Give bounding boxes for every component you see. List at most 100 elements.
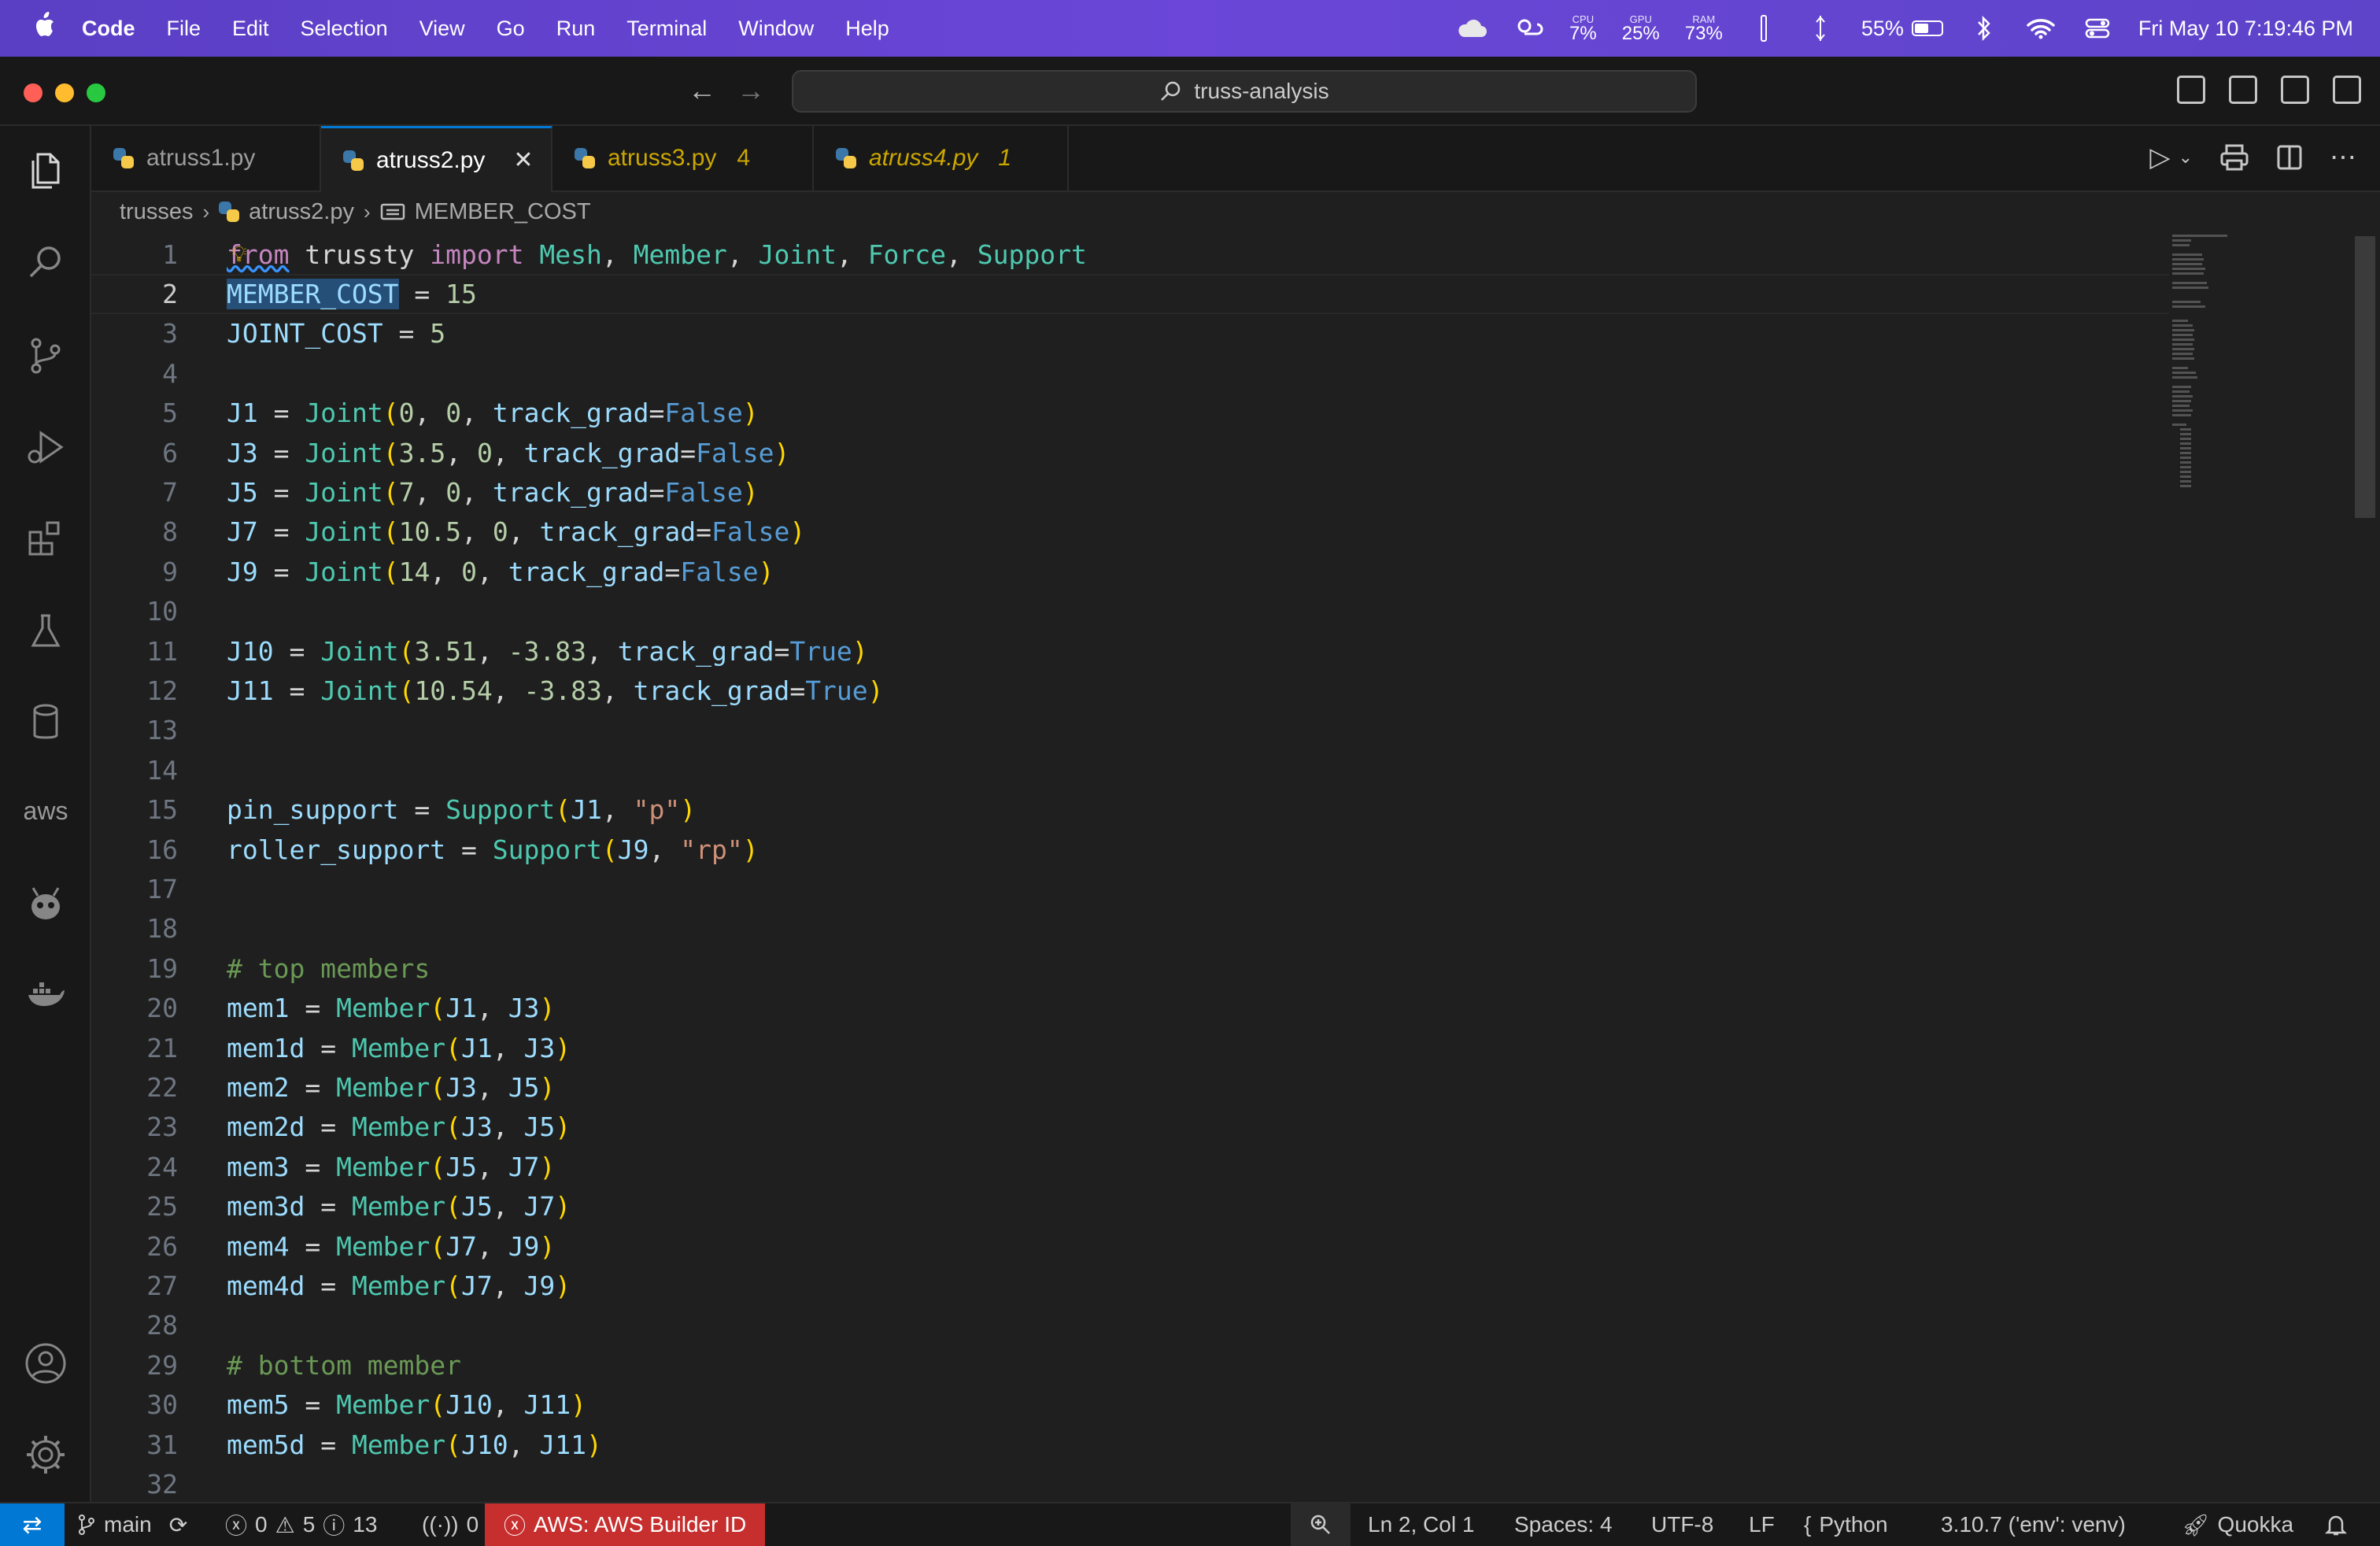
aws-icon[interactable]: aws: [20, 786, 71, 836]
code-line[interactable]: 9 J9 = Joint(14, 0, track_grad=False): [91, 552, 2169, 591]
extensions-icon[interactable]: [20, 513, 71, 564]
indentation-status[interactable]: Spaces: 4: [1514, 1503, 1613, 1546]
cpu-stat[interactable]: CPU 7%: [1569, 14, 1597, 43]
code-line[interactable]: 23 mem2d = Member(J3, J5): [91, 1108, 2169, 1147]
editor-scrollbar[interactable]: [2355, 236, 2375, 518]
search-icon[interactable]: [20, 238, 71, 288]
minimize-window-button[interactable]: [55, 83, 74, 102]
ports-status[interactable]: ((·)) 0: [422, 1503, 479, 1546]
code-line[interactable]: 28: [91, 1306, 2169, 1345]
toggle-panel-icon[interactable]: [2229, 76, 2257, 104]
network-ssd-icon[interactable]: [1748, 13, 1779, 44]
back-arrow-icon[interactable]: ←: [688, 74, 716, 107]
testing-icon[interactable]: [20, 606, 71, 656]
code-line[interactable]: 6 J3 = Joint(3.5, 0, track_grad=False): [91, 433, 2169, 472]
menu-terminal[interactable]: Terminal: [626, 17, 707, 41]
run-debug-icon[interactable]: [20, 422, 71, 472]
clock[interactable]: Fri May 10 7:19:46 PM: [2138, 17, 2353, 41]
code-line[interactable]: 1 from trussty import Mesh, Member, Joint…: [91, 235, 2169, 274]
tab-atruss4[interactable]: atruss4.py 1: [814, 126, 1069, 190]
menu-go[interactable]: Go: [497, 17, 525, 41]
code-line[interactable]: 10: [91, 592, 2169, 631]
code-line[interactable]: 31 mem5d = Member(J10, J11): [91, 1425, 2169, 1464]
code-line[interactable]: 2 MEMBER_COST = 15: [91, 274, 2169, 314]
lightbulb-icon[interactable]: 💡︎: [231, 241, 247, 268]
encoding-status[interactable]: UTF-8: [1651, 1503, 1713, 1546]
zoom-window-button[interactable]: [87, 83, 105, 102]
python-interpreter-status[interactable]: 3.10.7 ('env': venv): [1941, 1503, 2126, 1546]
bluetooth-icon[interactable]: [1968, 13, 2000, 44]
close-window-button[interactable]: [24, 83, 42, 102]
wifi-icon[interactable]: [2025, 13, 2057, 44]
docker-icon[interactable]: [20, 970, 71, 1020]
menu-run[interactable]: Run: [556, 17, 596, 41]
more-actions-icon[interactable]: ⋯: [2330, 142, 2356, 173]
sync-icon[interactable]: ⟳: [169, 1512, 187, 1538]
run-options-chevron-down-icon[interactable]: ⌄: [2179, 147, 2193, 168]
menu-view[interactable]: View: [419, 17, 465, 41]
close-tab-icon[interactable]: ✕: [513, 146, 533, 174]
cloud-icon[interactable]: [1456, 13, 1488, 44]
split-editor-icon[interactable]: [2276, 144, 2303, 171]
code-line[interactable]: 16 roller_support = Support(J9, "rp"): [91, 830, 2169, 869]
tab-atruss1[interactable]: atruss1.py: [91, 126, 321, 190]
breadcrumb-symbol[interactable]: MEMBER_COST: [415, 199, 591, 225]
code-line[interactable]: 22 mem2 = Member(J3, J5): [91, 1067, 2169, 1107]
cursor-position[interactable]: Ln 2, Col 1: [1368, 1503, 1474, 1546]
zoom-icon[interactable]: [1291, 1503, 1351, 1546]
run-python-file-icon[interactable]: ▷: [2149, 142, 2170, 173]
print-icon[interactable]: [2219, 143, 2249, 172]
alien-extension-icon[interactable]: [20, 878, 71, 929]
forward-arrow-icon[interactable]: →: [737, 74, 765, 107]
tab-atruss2[interactable]: atruss2.py ✕: [321, 126, 552, 192]
gpu-stat[interactable]: GPU 25%: [1622, 14, 1660, 43]
apple-icon[interactable]: [28, 12, 60, 45]
problems-status[interactable]: ⓧ 0 ⚠ 5 ⓘ 13: [225, 1503, 377, 1546]
language-mode-status[interactable]: { Python: [1804, 1503, 1888, 1546]
ram-stat[interactable]: RAM 73%: [1685, 14, 1723, 43]
minimap[interactable]: [2169, 231, 2358, 1502]
menu-selection[interactable]: Selection: [301, 17, 388, 41]
git-branch-status[interactable]: main ⟳: [77, 1503, 187, 1546]
code-line[interactable]: 21 mem1d = Member(J1, J3): [91, 1028, 2169, 1067]
code-line[interactable]: 27 mem4d = Member(J7, J9): [91, 1266, 2169, 1305]
code-line[interactable]: 24 mem3 = Member(J5, J7): [91, 1147, 2169, 1186]
customize-layout-icon[interactable]: [2333, 76, 2361, 104]
code-line[interactable]: 5 J1 = Joint(0, 0, track_grad=False): [91, 394, 2169, 433]
source-control-icon[interactable]: [20, 331, 71, 381]
quokka-status[interactable]: 🚀︎ Quokka: [2182, 1503, 2293, 1546]
manage-gear-icon[interactable]: [20, 1429, 71, 1480]
code-line[interactable]: 18: [91, 909, 2169, 949]
tab-atruss3[interactable]: atruss3.py 4: [552, 126, 814, 190]
code-line[interactable]: 13: [91, 711, 2169, 750]
code-editor[interactable]: 1 from trussty import Mesh, Member, Joint…: [91, 231, 2248, 1502]
toggle-primary-sidebar-icon[interactable]: [2177, 76, 2205, 104]
code-line[interactable]: 29 # bottom member: [91, 1345, 2169, 1385]
code-line[interactable]: 25 mem3d = Member(J5, J7): [91, 1187, 2169, 1226]
code-line[interactable]: 17: [91, 869, 2169, 908]
weather-icon[interactable]: [1513, 13, 1544, 44]
battery-status[interactable]: 55%: [1861, 17, 1943, 41]
code-line[interactable]: 4: [91, 353, 2169, 393]
toggle-secondary-sidebar-icon[interactable]: [2281, 76, 2309, 104]
menu-edit[interactable]: Edit: [232, 17, 269, 41]
code-line[interactable]: 7 J5 = Joint(7, 0, track_grad=False): [91, 472, 2169, 512]
code-line[interactable]: 15 pin_support = Support(J1, "p"): [91, 790, 2169, 830]
control-center-icon[interactable]: [2082, 13, 2113, 44]
menu-file[interactable]: File: [167, 17, 201, 41]
code-line[interactable]: 32: [91, 1464, 2169, 1502]
menu-help[interactable]: Help: [845, 17, 889, 41]
code-line[interactable]: 12 J11 = Joint(10.54, -3.83, track_grad=T…: [91, 671, 2169, 710]
explorer-icon[interactable]: [20, 145, 71, 195]
aws-connection-status[interactable]: ⓧ AWS: AWS Builder ID: [485, 1503, 766, 1546]
menu-app-name[interactable]: Code: [82, 17, 135, 41]
database-icon[interactable]: [20, 697, 71, 748]
network-speed-icon[interactable]: [1805, 13, 1836, 44]
menu-window[interactable]: Window: [738, 17, 814, 41]
accounts-icon[interactable]: [20, 1338, 71, 1389]
code-line[interactable]: 20 mem1 = Member(J1, J3): [91, 989, 2169, 1028]
command-center-search[interactable]: truss-analysis: [792, 70, 1697, 113]
breadcrumb-file[interactable]: atruss2.py: [249, 199, 354, 225]
code-line[interactable]: 19 # top members: [91, 949, 2169, 988]
breadcrumb-folder[interactable]: trusses: [120, 199, 193, 225]
